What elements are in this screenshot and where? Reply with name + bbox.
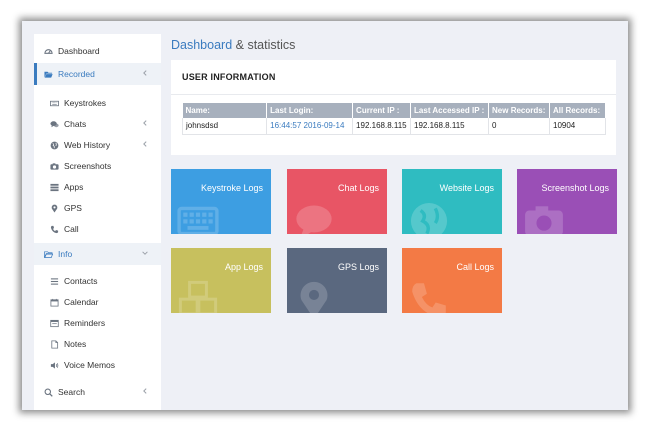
- globe-icon: [408, 200, 450, 234]
- sidebar-item-label: Reminders: [64, 318, 106, 328]
- page-title-main: Dashboard: [171, 38, 233, 52]
- keyboard-icon: [177, 200, 219, 234]
- cubes-icon: [177, 279, 219, 313]
- camera-icon: [523, 200, 565, 234]
- camera-icon: [48, 162, 60, 171]
- new-records-cell: 0: [488, 118, 550, 135]
- sidebar-item-label: Chats: [64, 119, 87, 129]
- user-info-card: USER INFORMATION Name: Last Login: Curre…: [171, 60, 616, 155]
- sidebar-item-label: Info: [58, 249, 73, 259]
- sidebar-item-label: Calendar: [64, 297, 99, 307]
- globe-icon: [48, 141, 60, 150]
- phone-icon: [48, 225, 60, 234]
- sidebar-item-label: Call: [64, 224, 79, 234]
- sidebar-item-info[interactable]: Info: [34, 243, 161, 265]
- tile-label: Chat Logs: [337, 183, 379, 193]
- phone-icon: [408, 279, 450, 313]
- column-header: Last Accessed IP :: [410, 103, 490, 118]
- sidebar-item-recorded[interactable]: Recorded: [34, 63, 161, 85]
- sidebar-item-label: Contacts: [64, 276, 98, 286]
- sidebar-item-label: Notes: [64, 339, 87, 349]
- sidebar-item-chats[interactable]: Chats: [34, 113, 161, 135]
- dashboard-icon: [42, 47, 54, 56]
- folder-open-icon: [42, 70, 54, 79]
- chevron-left-icon: [141, 140, 151, 150]
- comments-icon: [48, 120, 60, 129]
- chevron-left-icon: [141, 69, 151, 79]
- calendar-icon: [48, 298, 60, 307]
- column-header: All Records:: [549, 103, 606, 118]
- sidebar-item-label: Recorded: [58, 69, 95, 79]
- app-logs-tile[interactable]: App Logs: [171, 248, 271, 313]
- sidebar: Dashboard Recorded Keystrokes Chats Web …: [34, 34, 161, 410]
- sidebar-item-apps[interactable]: Apps: [34, 176, 161, 198]
- sidebar-item-screenshots[interactable]: Screenshots: [34, 155, 161, 177]
- current-ip-cell: 192.168.8.115: [352, 118, 412, 135]
- column-header: Current IP :: [352, 103, 412, 118]
- sidebar-item-dashboard[interactable]: Dashboard: [34, 40, 161, 62]
- sidebar-item-call[interactable]: Call: [34, 218, 161, 240]
- table-row: johnsdsd 16:44:57 2016-09-14 192.168.8.1…: [181, 118, 606, 135]
- tile-label: Keystroke Logs: [200, 183, 263, 193]
- sidebar-item-voice-memos[interactable]: Voice Memos: [34, 354, 161, 376]
- folder-open-icon: [42, 250, 54, 259]
- sidebar-item-label: Apps: [64, 182, 84, 192]
- last-accessed-ip-cell: 192.168.8.115: [410, 118, 490, 135]
- list-icon: [48, 277, 60, 286]
- screenshot-logs-tile[interactable]: Screenshot Logs: [517, 169, 617, 234]
- sidebar-item-calendar[interactable]: Calendar: [34, 291, 161, 313]
- chat-logs-tile[interactable]: Chat Logs: [287, 169, 387, 234]
- sidebar-item-label: Search: [58, 387, 85, 397]
- column-header: Name:: [182, 103, 268, 118]
- user-name-cell: johnsdsd: [181, 118, 268, 135]
- chevron-left-icon: [141, 119, 151, 129]
- tile-label: App Logs: [224, 262, 263, 272]
- sidebar-item-search[interactable]: Search: [34, 381, 161, 403]
- app-window: Dashboard Recorded Keystrokes Chats Web …: [22, 21, 628, 410]
- gps-logs-tile[interactable]: GPS Logs: [287, 248, 387, 313]
- keyboard-icon: [48, 99, 60, 108]
- volume-icon: [48, 361, 60, 370]
- sidebar-item-reminders[interactable]: Reminders: [34, 312, 161, 334]
- search-icon: [42, 388, 54, 397]
- page-title: Dashboard & statistics: [171, 38, 295, 52]
- table-header-row: Name: Last Login: Current IP : Last Acce…: [182, 103, 606, 118]
- sidebar-item-gps[interactable]: GPS: [34, 197, 161, 219]
- map-marker-icon: [293, 279, 335, 313]
- last-login-link[interactable]: 16:44:57 2016-09-14: [266, 118, 354, 135]
- note-icon: [48, 339, 60, 349]
- apps-icon: [48, 183, 60, 192]
- chat-icon: [293, 200, 335, 234]
- column-header: New Records:: [488, 103, 550, 118]
- sidebar-item-label: Web History: [64, 140, 111, 150]
- column-header: Last Login:: [266, 103, 354, 118]
- sidebar-item-label: Screenshots: [64, 161, 112, 171]
- chevron-down-icon: [141, 249, 151, 259]
- tile-label: Website Logs: [439, 183, 494, 193]
- sidebar-item-contacts[interactable]: Contacts: [34, 270, 161, 292]
- sidebar-item-web-history[interactable]: Web History: [34, 134, 161, 156]
- map-marker-icon: [48, 204, 60, 213]
- tile-label: Call Logs: [456, 262, 494, 272]
- website-logs-tile[interactable]: Website Logs: [402, 169, 502, 234]
- sidebar-item-keystrokes[interactable]: Keystrokes: [34, 92, 161, 114]
- sidebar-item-label: GPS: [64, 203, 82, 213]
- call-logs-tile[interactable]: Call Logs: [402, 248, 502, 313]
- keystroke-logs-tile[interactable]: Keystroke Logs: [171, 169, 271, 234]
- sidebar-item-label: Keystrokes: [64, 98, 107, 108]
- tile-label: GPS Logs: [337, 262, 379, 272]
- tile-label: Screenshot Logs: [541, 183, 609, 193]
- sidebar-item-label: Voice Memos: [64, 360, 116, 370]
- user-info-heading: USER INFORMATION: [182, 72, 276, 82]
- user-info-table: Name: Last Login: Current IP : Last Acce…: [181, 103, 606, 135]
- divider: [171, 94, 616, 95]
- sidebar-item-label: Dashboard: [58, 46, 100, 56]
- page-title-rest: & statistics: [235, 38, 296, 52]
- sidebar-item-notes[interactable]: Notes: [34, 333, 161, 355]
- all-records-cell: 10904: [549, 118, 606, 135]
- reminder-icon: [48, 319, 60, 328]
- active-indicator: [34, 63, 37, 85]
- chevron-left-icon: [141, 387, 151, 397]
